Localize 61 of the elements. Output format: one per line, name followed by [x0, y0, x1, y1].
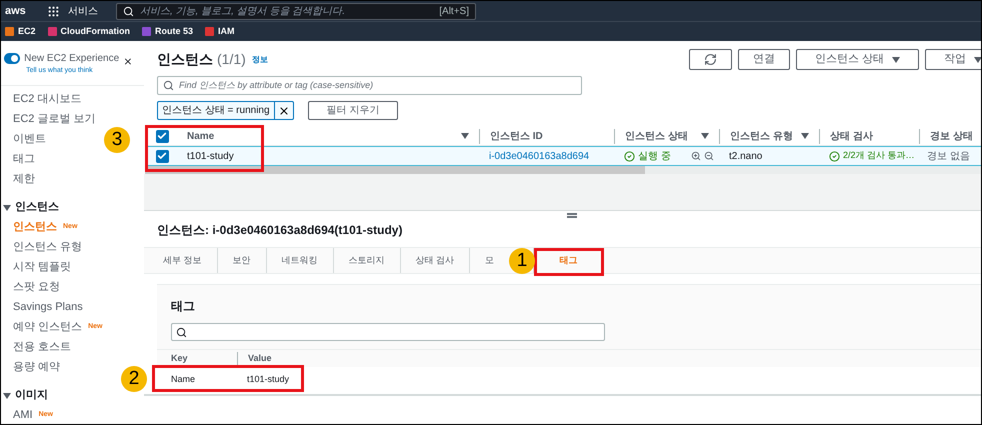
column-header[interactable]: 상태 검사	[830, 128, 909, 144]
tab[interactable]: 모	[470, 254, 510, 268]
instance-count: (1/1)	[217, 50, 246, 69]
info-link[interactable]: 정보	[252, 54, 268, 66]
column-header[interactable]: 인스턴스 유형	[730, 128, 801, 144]
tab[interactable]: 네트워킹	[266, 254, 333, 268]
favorite-link[interactable]: CloudFormation	[60, 24, 130, 38]
tab[interactable]: 스토리지	[334, 254, 400, 268]
sidebar-item[interactable]: 예약 인스턴스	[13, 319, 82, 336]
search-placeholder: 서비스, 기능, 블로그, 설명서 등을 검색합니다.	[140, 4, 346, 18]
state-text: 실행 중	[638, 150, 672, 164]
shortcut-hint: [Alt+S]	[439, 4, 469, 18]
filter-label: 인스턴스 상태 = running	[161, 104, 271, 118]
column-header[interactable]: 인스턴스 ID	[490, 128, 604, 144]
sidebar-item[interactable]: 스팟 요청	[13, 279, 60, 296]
dropdown-button[interactable]: 인스턴스 상태	[796, 49, 919, 70]
sidebar-item[interactable]: AMI	[13, 407, 33, 424]
tab[interactable]: 보안	[218, 254, 266, 268]
connect-button[interactable]: 연결	[738, 49, 790, 70]
aws-logo[interactable]: aws	[5, 2, 39, 20]
sidebar-item[interactable]: Savings Plans	[13, 299, 83, 316]
instance-id-link[interactable]: i-0d3e0460163a8d694	[479, 148, 614, 164]
column-header: Key	[170, 352, 189, 365]
table-cell-text: t2.nano	[728, 150, 764, 164]
section-title[interactable]: 인스턴스	[15, 199, 59, 216]
filter-search-field[interactable]: Find 인스턴스 by attribute or tag (case-sensitive)	[157, 76, 582, 95]
section-title[interactable]: 이미지	[15, 387, 48, 404]
experience-label: New EC2 Experience	[24, 52, 120, 66]
column-header[interactable]: 인스턴스 상태	[625, 128, 701, 144]
column-header[interactable]: Name	[187, 128, 461, 144]
search-field[interactable]: 서비스, 기능, 블로그, 설명서 등을 검색합니다. [Alt+S]	[116, 2, 476, 20]
sidebar-item[interactable]: 제한	[13, 171, 35, 188]
tab[interactable]: 상태 검사	[400, 254, 470, 268]
clear-filters-button[interactable]: 필터 지우기	[308, 101, 398, 120]
page-title: 인스턴스	[157, 50, 213, 69]
sidebar-item[interactable]: 이벤트	[13, 131, 46, 148]
panel-title: 태그	[170, 298, 196, 315]
callout-number: 1	[509, 248, 536, 274]
search-placeholder: Find 인스턴스 by attribute or tag (case-sensitive)	[179, 78, 374, 92]
favorite-link[interactable]: EC2	[18, 24, 36, 38]
favorite-link[interactable]: IAM	[218, 24, 235, 38]
sidebar-item[interactable]: 시작 템플릿	[13, 259, 72, 276]
table-cell-text: 경보 없음	[926, 150, 971, 164]
table-cell-text: t101-study	[186, 150, 235, 164]
sidebar-item[interactable]: 태그	[13, 151, 35, 168]
sidebar-item[interactable]: EC2 대시보드	[13, 91, 82, 108]
table-cell-text: Name	[170, 372, 196, 386]
services-menu[interactable]: 서비스	[68, 4, 98, 18]
sidebar-item[interactable]: 인스턴스 유형	[13, 239, 82, 256]
column-header: Value	[237, 352, 272, 366]
sidebar-item[interactable]: EC2 글로벌 보기	[13, 111, 96, 128]
table-cell-text: t101-study	[246, 372, 290, 386]
tab[interactable]: 세부 정보	[148, 254, 217, 268]
sidebar-item[interactable]: 용량 예약	[13, 359, 60, 376]
column-header[interactable]: 경보 상태	[930, 128, 981, 144]
sidebar-item[interactable]: 전용 호스트	[13, 339, 72, 356]
dropdown-button[interactable]: 작업	[925, 49, 981, 70]
checks-text: 2/2개 검사 통과…	[843, 149, 915, 162]
favorite-link[interactable]: Route 53	[155, 24, 194, 38]
detail-title: 인스턴스: i-0d3e0460163a8d694(t101-study)	[156, 222, 404, 239]
table-row[interactable]: t101-study i-0d3e0460163a8d694 실행 중 t2.nano 2/2개 검사 통과… 경보 없음	[145, 146, 981, 166]
